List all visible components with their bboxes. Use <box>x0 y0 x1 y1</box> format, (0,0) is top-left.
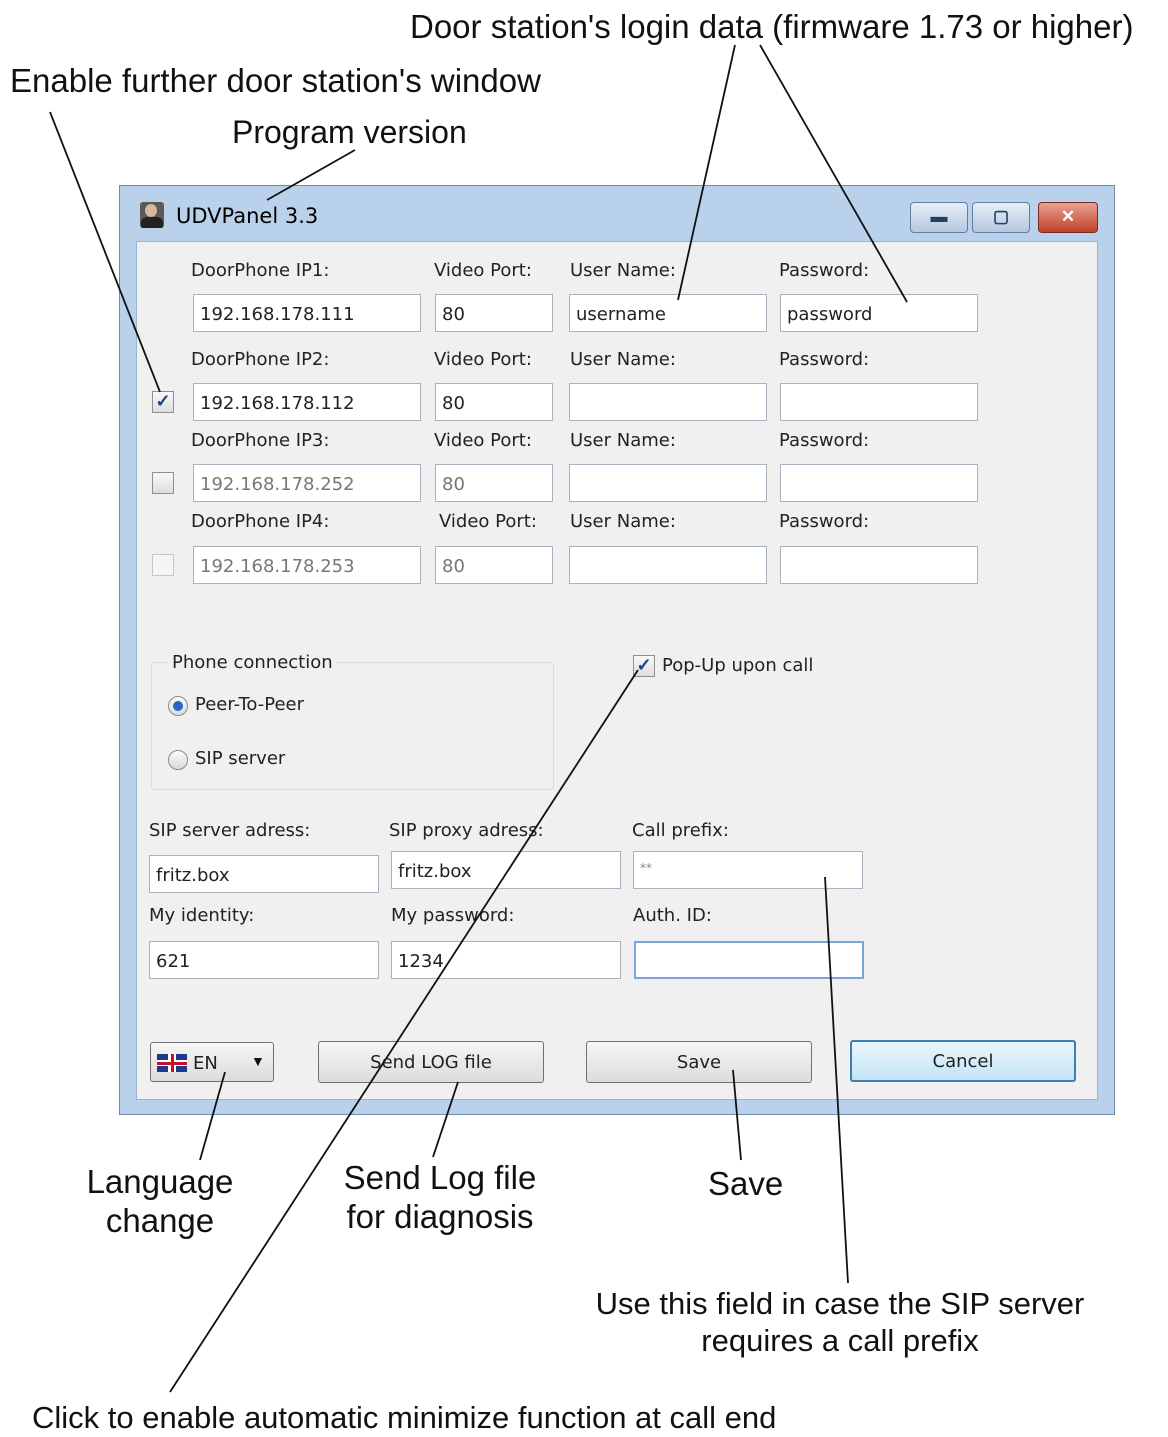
doorphone1-user-input[interactable]: username <box>569 294 767 332</box>
annotation-sendlog-line2: for diagnosis <box>346 1197 534 1235</box>
doorphone4-ip-label: DoorPhone IP4: <box>191 511 330 532</box>
doorphone1-pass-label: Password: <box>779 260 870 281</box>
doorphone4-user-input[interactable] <box>569 546 767 584</box>
doorphone2-ip-label: DoorPhone IP2: <box>191 349 330 370</box>
annotation-login-data: Door station's login data (firmware 1.73… <box>410 8 1134 45</box>
doorphone3-pass-label: Password: <box>779 430 870 451</box>
doorphone4-ip-input[interactable]: 192.168.178.253 <box>193 546 421 584</box>
app-icon <box>140 202 164 228</box>
doorphone4-enable-checkbox[interactable] <box>152 554 174 576</box>
annotation-prefix-line2: requires a call prefix <box>701 1322 979 1358</box>
popup-checkbox[interactable]: ✓ <box>633 655 655 677</box>
annotation-language-change: Language change <box>70 1163 250 1241</box>
my-identity-input[interactable]: 621 <box>149 941 379 979</box>
doorphone3-port-input[interactable]: 80 <box>435 464 553 502</box>
doorphone2-pass-label: Password: <box>779 349 870 370</box>
window-title: UDVPanel 3.3 <box>176 204 319 228</box>
doorphone2-ip-input[interactable]: 192.168.178.112 <box>193 383 421 421</box>
sip-server-address-label: SIP server adress: <box>149 820 311 841</box>
doorphone3-enable-checkbox[interactable] <box>152 472 174 494</box>
title-bar[interactable]: UDVPanel 3.3 ▬ ▢ ✕ <box>120 186 1114 234</box>
popup-label[interactable]: Pop-Up upon call <box>662 655 813 676</box>
sip-server-label[interactable]: SIP server <box>195 748 285 769</box>
doorphone1-ip-label: DoorPhone IP1: <box>191 260 330 281</box>
doorphone2-pass-input[interactable] <box>780 383 978 421</box>
peer-to-peer-radio[interactable] <box>168 696 188 716</box>
doorphone3-ip-input[interactable]: 192.168.178.252 <box>193 464 421 502</box>
my-password-label: My password: <box>391 905 515 926</box>
auth-id-label: Auth. ID: <box>633 905 712 926</box>
annotation-language-line1: Language <box>86 1163 234 1200</box>
maximize-button[interactable]: ▢ <box>972 202 1030 233</box>
doorphone4-pass-input[interactable] <box>780 546 978 584</box>
doorphone4-port-label: Video Port: <box>439 511 537 532</box>
doorphone1-port-input[interactable]: 80 <box>435 294 553 332</box>
sip-proxy-address-input[interactable]: fritz.box <box>391 851 621 889</box>
cancel-button[interactable]: Cancel <box>850 1040 1076 1082</box>
doorphone3-user-label: User Name: <box>570 430 676 451</box>
uk-flag-icon <box>157 1054 187 1072</box>
annotation-save: Save <box>708 1165 784 1202</box>
close-icon: ✕ <box>1060 207 1076 226</box>
my-password-input[interactable]: 1234 <box>391 941 621 979</box>
auth-id-input[interactable] <box>634 941 864 979</box>
doorphone2-port-input[interactable]: 80 <box>435 383 553 421</box>
annotation-program-version: Program version <box>232 114 467 150</box>
doorphone1-user-label: User Name: <box>570 260 676 281</box>
minimize-icon: ▬ <box>930 207 948 226</box>
doorphone4-user-label: User Name: <box>570 511 676 532</box>
doorphone1-ip-input[interactable]: 192.168.178.111 <box>193 294 421 332</box>
language-dropdown[interactable]: EN ▼ <box>150 1042 274 1082</box>
peer-to-peer-label[interactable]: Peer-To-Peer <box>195 694 304 715</box>
doorphone2-user-label: User Name: <box>570 349 676 370</box>
call-prefix-input[interactable]: ** <box>633 851 863 889</box>
annotation-call-prefix: Use this field in case the SIP server re… <box>540 1286 1140 1359</box>
doorphone2-enable-checkbox[interactable]: ✓ <box>152 391 174 413</box>
minimize-button[interactable]: ▬ <box>910 202 968 233</box>
sip-server-radio[interactable] <box>168 750 188 770</box>
chevron-down-icon: ▼ <box>251 1053 265 1069</box>
save-button[interactable]: Save <box>586 1041 812 1083</box>
doorphone4-pass-label: Password: <box>779 511 870 532</box>
doorphone2-user-input[interactable] <box>569 383 767 421</box>
phone-connection-title: Phone connection <box>168 652 337 673</box>
maximize-icon: ▢ <box>992 207 1010 226</box>
doorphone3-port-label: Video Port: <box>434 430 532 451</box>
doorphone1-port-label: Video Port: <box>434 260 532 281</box>
annotation-language-line2: change <box>105 1201 215 1239</box>
call-prefix-label: Call prefix: <box>632 820 729 841</box>
sip-server-address-input[interactable]: fritz.box <box>149 855 379 893</box>
annotation-send-log: Send Log file for diagnosis <box>320 1159 560 1237</box>
my-identity-label: My identity: <box>149 905 255 926</box>
doorphone3-user-input[interactable] <box>569 464 767 502</box>
language-code: EN <box>193 1053 218 1074</box>
app-window: UDVPanel 3.3 ▬ ▢ ✕ DoorPhone IP1: Video … <box>119 185 1115 1115</box>
doorphone3-ip-label: DoorPhone IP3: <box>191 430 330 451</box>
settings-panel: DoorPhone IP1: Video Port: User Name: Pa… <box>136 241 1098 1100</box>
close-button[interactable]: ✕ <box>1038 202 1098 233</box>
sip-proxy-address-label: SIP proxy adress: <box>389 820 544 841</box>
doorphone3-pass-input[interactable] <box>780 464 978 502</box>
doorphone2-port-label: Video Port: <box>434 349 532 370</box>
annotation-sendlog-line1: Send Log file <box>343 1159 537 1196</box>
annotation-minimize: Click to enable automatic minimize funct… <box>32 1400 777 1435</box>
send-log-button[interactable]: Send LOG file <box>318 1041 544 1083</box>
annotation-enable-window: Enable further door station's window <box>10 62 541 99</box>
doorphone1-pass-input[interactable]: password <box>780 294 978 332</box>
phone-connection-group: Phone connection Peer-To-Peer SIP server <box>151 652 554 790</box>
doorphone4-port-input[interactable]: 80 <box>435 546 553 584</box>
annotation-prefix-line1: Use this field in case the SIP server <box>595 1286 1085 1321</box>
